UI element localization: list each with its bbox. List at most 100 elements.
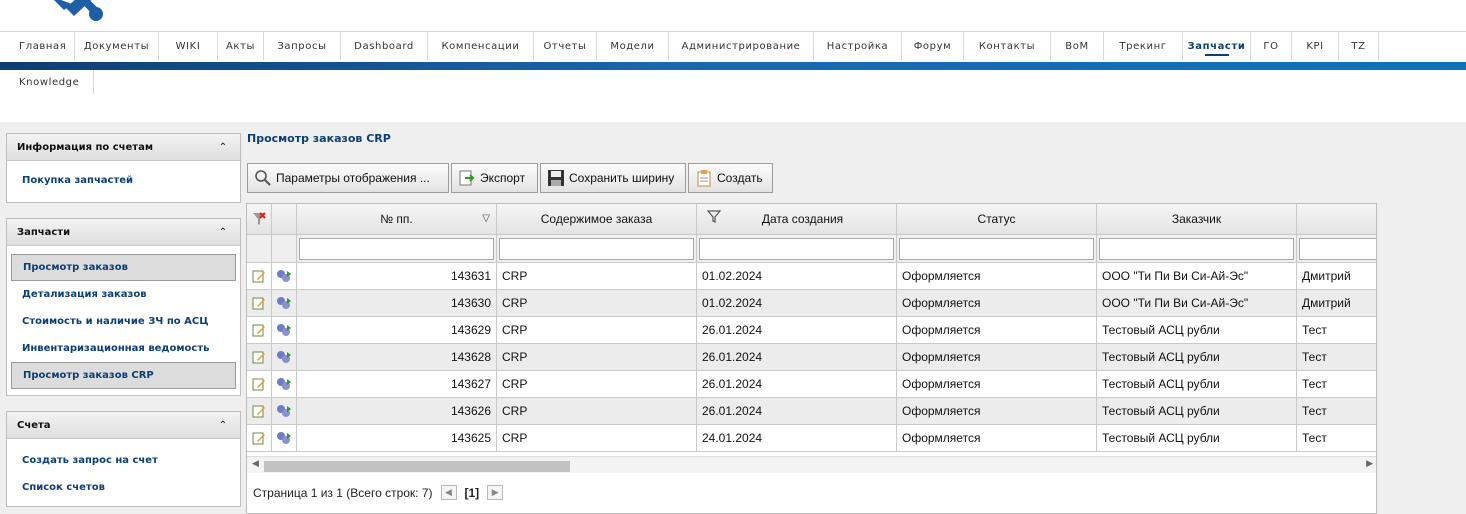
collapse-icon[interactable]: ⌃ [216,140,230,154]
edit-icon[interactable] [247,317,272,344]
nav-item[interactable]: WIKI [159,32,218,60]
nav-item[interactable]: Контакты [964,32,1051,60]
table-row[interactable]: 143627 CRP 26.01.2024 Оформляется Тестовый А… [247,371,1376,398]
nav-item[interactable]: Документы [75,32,159,60]
cell-status: Оформляется [897,398,1097,425]
nav-item[interactable]: Форум [902,32,964,60]
table-row[interactable]: 143625 CRP 24.01.2024 Оформляется Тестовый А… [247,425,1376,452]
sidebar-link-invoice-list[interactable]: Список счетов [11,474,236,501]
sidebar-link-orders-view[interactable]: Просмотр заказов [11,254,236,281]
grid-filter-row [247,235,1376,263]
sidebar-link-orders-detail[interactable]: Детализация заказов [11,281,236,308]
nav-item[interactable]: Отчеты [534,32,597,60]
export-button[interactable]: Экспорт [451,163,538,193]
nav-item[interactable]: KPI [1292,32,1339,60]
sidebar-link-parts-purchase[interactable]: Покупка запчастей [11,167,236,194]
nav-item-knowledge[interactable]: Knowledge [0,70,94,94]
create-button[interactable]: Создать [688,163,773,193]
sidebar-link-inventory[interactable]: Инвентаризационная ведомость [11,335,236,362]
horizontal-scrollbar[interactable]: ◀ ▶ [247,456,1376,473]
workflow-icon[interactable] [272,344,297,371]
scroll-left-icon[interactable]: ◀ [252,459,259,469]
nav-item[interactable]: Трекинг [1104,32,1183,60]
save-width-button[interactable]: Сохранить ширину [540,163,686,193]
workflow-icon[interactable] [272,263,297,290]
panel-header[interactable]: Информация по счетам ⌃ [7,134,240,161]
cell-name: Тест [1297,317,1376,344]
nav-item[interactable]: Главная [0,32,75,60]
table-row[interactable]: 143628 CRP 26.01.2024 Оформляется Тестовый А… [247,344,1376,371]
scrollbar-thumb[interactable] [264,461,570,472]
nav-item[interactable]: Компенсации [428,32,534,60]
nav-item[interactable]: Dashboard [341,32,428,60]
sidebar-link-parts-cost[interactable]: Стоимость и наличие ЗЧ по АСЦ [11,308,236,335]
sidebar-link-create-invoice-request[interactable]: Создать запрос на счет [11,447,236,474]
column-header-number[interactable]: № пп. ▽ [297,204,497,235]
panel-header[interactable]: Запчасти ⌃ [7,219,240,246]
cell-number: 143631 [297,263,497,290]
edit-icon[interactable] [247,344,272,371]
sort-desc-icon[interactable]: ▽ [482,213,490,224]
edit-icon[interactable] [247,263,272,290]
nav-item[interactable]: Акты [218,32,264,60]
edit-icon[interactable] [247,425,272,452]
cell-name: Тест [1297,344,1376,371]
nav-item[interactable]: Администрирование [669,32,814,60]
filter-input-number[interactable] [299,237,494,260]
panel-header[interactable]: Счета ⌃ [7,412,240,439]
current-page[interactable]: [1] [465,486,480,500]
edit-icon[interactable] [247,371,272,398]
filter-input-name[interactable] [1299,237,1376,260]
nav-item[interactable]: BoM [1051,32,1104,60]
column-header-status[interactable]: Статус [897,204,1097,235]
filter-icon[interactable] [707,210,721,223]
nav-item[interactable]: TZ [1339,32,1379,60]
edit-icon[interactable] [247,290,272,317]
column-header-content[interactable]: Содержимое заказа [497,204,697,235]
sidebar-panel-invoices: Счета ⌃ Создать запрос на счет Список сч… [6,411,241,507]
display-params-button[interactable]: Параметры отображения ... [247,163,449,193]
column-header-label: Дата создания [761,212,844,226]
cell-date: 01.02.2024 [697,290,897,317]
nav-item[interactable]: Настройка [814,32,902,60]
nav-item[interactable]: ГО [1251,32,1292,60]
filter-input-customer[interactable] [1099,237,1294,260]
cell-customer: Тестовый АСЦ рубли [1097,371,1297,398]
edit-icon[interactable] [247,398,272,425]
collapse-icon[interactable]: ⌃ [216,225,230,239]
workflow-icon[interactable] [272,317,297,344]
next-page-icon[interactable]: ▶ [487,485,504,500]
filter-input-status[interactable] [899,237,1094,260]
nav-item[interactable]: Запросы [264,32,341,60]
logo-icon [54,0,103,21]
table-row[interactable]: 143629 CRP 26.01.2024 Оформляется Тестовый А… [247,317,1376,344]
scroll-right-icon[interactable]: ▶ [1366,459,1373,469]
table-row[interactable]: 143631 CRP 01.02.2024 Оформляется ООО "Ти Пи… [247,263,1376,290]
filter-input-date[interactable] [699,237,894,260]
cell-date: 01.02.2024 [697,263,897,290]
cell-number: 143625 [297,425,497,452]
cell-number: 143626 [297,398,497,425]
sidebar-link-crp-orders[interactable]: Просмотр заказов CRP [11,362,236,389]
collapse-icon[interactable]: ⌃ [216,418,230,432]
export-icon [459,170,475,186]
column-header-customer[interactable]: Заказчик [1097,204,1297,235]
nav-item[interactable]: Модели [597,32,669,60]
nav-item[interactable]: Запчасти [1183,32,1251,60]
workflow-icon[interactable] [272,398,297,425]
workflow-icon[interactable] [272,425,297,452]
column-header-name[interactable]: Им [1297,204,1376,235]
filter-input-content[interactable] [499,237,694,260]
cell-customer: Тестовый АСЦ рубли [1097,344,1297,371]
clear-filter-icon[interactable] [247,204,272,235]
column-header-date[interactable]: Дата создания [697,204,897,235]
workflow-icon[interactable] [272,290,297,317]
display-params-label: Параметры отображения ... [276,171,430,185]
prev-page-icon[interactable]: ◀ [440,485,457,500]
header-band [0,62,1466,70]
workflow-icon[interactable] [272,371,297,398]
cell-status: Оформляется [897,290,1097,317]
table-row[interactable]: 143626 CRP 26.01.2024 Оформляется Тестовый А… [247,398,1376,425]
floppy-icon [548,170,564,186]
table-row[interactable]: 143630 CRP 01.02.2024 Оформляется ООО "Ти Пи… [247,290,1376,317]
